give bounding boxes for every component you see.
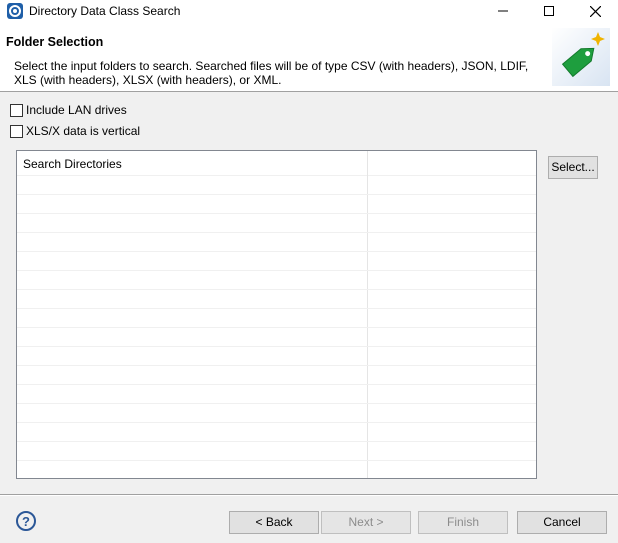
dialog-window: Directory Data Class Search Folder Selec…: [0, 0, 618, 543]
table-row: [17, 176, 536, 195]
table-row: [17, 233, 536, 252]
table-row: [17, 461, 536, 478]
include-lan-drives-checkbox[interactable]: [10, 103, 23, 117]
column-header-search-directories[interactable]: Search Directories: [23, 157, 122, 171]
next-button[interactable]: Next >: [321, 511, 411, 534]
table-row: [17, 214, 536, 233]
select-folders-button[interactable]: Select...: [548, 156, 598, 179]
table-row: [17, 442, 536, 461]
close-icon: [589, 5, 601, 17]
app-icon: [7, 3, 23, 19]
table-row: [17, 290, 536, 309]
table-row: [17, 309, 536, 328]
xls-vertical-label: XLS/X data is vertical: [26, 124, 141, 138]
green-tag-icon: [552, 28, 610, 86]
table-rows: [17, 176, 536, 478]
table-row: [17, 328, 536, 347]
table-row: [17, 252, 536, 271]
include-lan-drives-option[interactable]: Include LAN drives: [10, 103, 127, 117]
table-row: [17, 271, 536, 290]
cancel-button[interactable]: Cancel: [517, 511, 607, 534]
title-bar: Directory Data Class Search: [0, 0, 618, 22]
footer-separator-highlight: [0, 495, 618, 496]
banner-description: Select the input folders to search. Sear…: [14, 59, 529, 87]
table-header: Search Directories: [17, 151, 536, 176]
table-row: [17, 366, 536, 385]
table-row: [17, 195, 536, 214]
minimize-button[interactable]: [480, 0, 526, 22]
finish-button[interactable]: Finish: [418, 511, 508, 534]
maximize-icon: [544, 6, 554, 16]
window-title: Directory Data Class Search: [29, 4, 181, 18]
xls-vertical-option[interactable]: XLS/X data is vertical: [10, 124, 140, 138]
table-row: [17, 423, 536, 442]
search-directories-table[interactable]: Search Directories: [16, 150, 537, 479]
wizard-banner: Folder Selection Select the input folder…: [0, 22, 618, 92]
table-row: [17, 385, 536, 404]
help-icon[interactable]: ?: [16, 511, 36, 531]
include-lan-drives-label: Include LAN drives: [26, 103, 127, 117]
banner-title: Folder Selection: [6, 35, 104, 49]
xls-vertical-checkbox[interactable]: [10, 124, 23, 138]
maximize-button[interactable]: [526, 0, 572, 22]
table-row: [17, 347, 536, 366]
close-button[interactable]: [572, 0, 618, 22]
minimize-icon: [498, 10, 508, 12]
back-button[interactable]: < Back: [229, 511, 319, 534]
table-row: [17, 404, 536, 423]
